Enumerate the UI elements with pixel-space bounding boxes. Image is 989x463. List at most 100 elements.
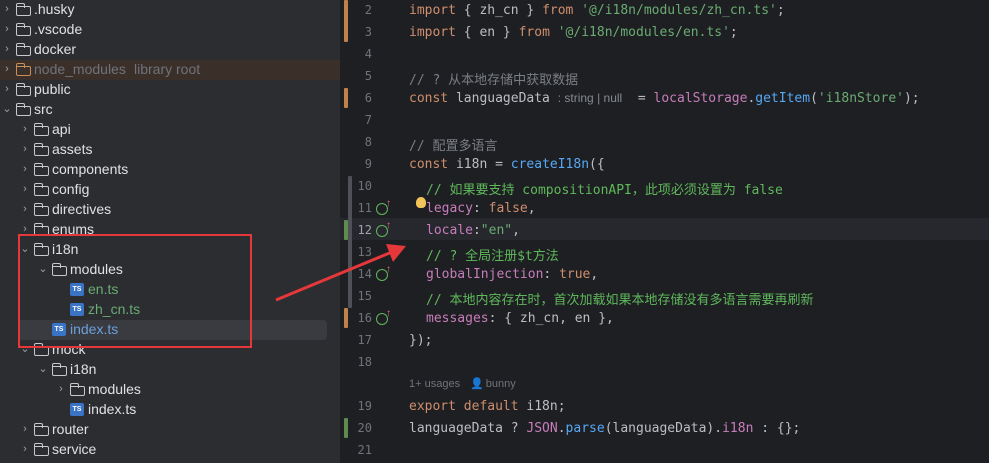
implements-gutter-icon[interactable] [376,198,391,216]
folder-icon [16,43,32,56]
chevron-right-icon[interactable]: › [2,62,12,76]
tree-folder-i18n[interactable]: ⌄ i18n [0,360,340,380]
folder-icon [52,363,68,376]
chevron-right-icon[interactable]: › [20,202,30,216]
code-token: from [518,25,550,40]
tree-folder--vscode[interactable]: › .vscode [0,20,340,40]
tree-folder-api[interactable]: › api [0,120,340,140]
tree-item-label: modules [88,381,141,397]
code-vision-inlay[interactable]: 1+ usages 👤 bunny [409,377,516,390]
user-icon: 👤 [470,378,484,390]
chevron-right-icon[interactable]: › [20,422,30,436]
tree-item-label: directives [52,201,112,217]
code-token: ; [729,25,738,40]
chevron-right-icon[interactable]: › [20,142,30,156]
code-token: ); [903,91,920,106]
chevron-right-icon[interactable]: › [2,22,12,36]
folder-icon [16,3,32,16]
tree-item-label: router [52,421,89,437]
code-token: locale [426,223,473,238]
code-token: i18n [722,421,754,436]
folder-icon [16,63,32,76]
tree-folder-assets[interactable]: › assets [0,140,340,160]
tree-folder-public[interactable]: › public [0,80,340,100]
line-number: 21 [357,443,372,457]
code-token: , [512,223,520,238]
chevron-right-icon[interactable]: › [20,182,30,196]
tree-folder-modules[interactable]: › modules [0,380,340,400]
chevron-right-icon[interactable]: › [2,42,12,56]
chevron-right-icon[interactable]: › [2,2,12,16]
code-line-10: // 如果要支持 compositionAPI，此项必须设置为 false [426,183,783,198]
code-token: true [559,267,591,282]
folder-icon [16,103,32,116]
line-number: 14 [357,267,372,281]
code-token: } [518,3,543,18]
code-token: 'i18nStore' [817,91,904,106]
chevron-right-icon[interactable]: › [56,382,66,396]
chevron-right-icon[interactable]: › [2,82,12,96]
code-line-19: export default i18n; [409,399,566,414]
code-token: localStorage [653,91,748,106]
chevron-down-icon[interactable]: ⌄ [38,362,48,376]
usages-hint[interactable]: 1+ usages [409,378,460,390]
code-line-3: import { en } from '@/i18n/modules/en.ts… [409,25,738,40]
tree-folder-src[interactable]: ⌄ src [0,100,340,120]
tree-folder-node-modules[interactable]: › node_modules library root [0,60,340,80]
tree-item-label: .vscode [34,21,83,37]
line-number: 6 [364,91,372,105]
code-token: legacy [426,201,473,216]
code-token: "en" [480,223,513,238]
line-number: 7 [364,113,372,127]
code-token: const [409,91,449,106]
chevron-right-icon[interactable]: › [20,162,30,176]
tree-folder-docker[interactable]: › docker [0,40,340,60]
implements-gutter-icon[interactable] [376,264,391,282]
code-token: '@/i18n/modules/en.ts' [557,25,730,40]
code-token: languageData ? [409,421,527,436]
tree-file-index-ts[interactable]: TS index.ts [0,400,340,420]
code-token: ( [810,91,818,106]
code-token: i18n = [448,157,511,172]
implements-gutter-icon[interactable] [376,308,391,326]
code-token: ; [776,3,785,18]
folder-icon [70,383,86,396]
line-number: 9 [364,157,372,171]
code-line-9: const i18n = createI18n({ [409,157,605,172]
folder-icon [34,183,50,196]
tree-folder-service[interactable]: › service [0,440,340,460]
code-line-16: messages: { zh_cn, en }, [409,311,614,326]
type-inlay-hint: : string | null [557,91,623,105]
line-number: 18 [357,355,372,369]
tree-item-label: i18n [70,361,97,377]
tree-folder-components[interactable]: › components [0,160,340,180]
line-number: 8 [364,135,372,149]
chevron-right-icon[interactable]: › [20,442,30,456]
tree-folder--husky[interactable]: › .husky [0,0,340,20]
author-hint[interactable]: bunny [486,378,516,390]
code-token: } [495,25,519,40]
lightbulb-icon[interactable] [416,197,426,208]
code-token: ({ [589,157,605,172]
tree-folder-config[interactable]: › config [0,180,340,200]
code-token: globalInjection [426,267,544,282]
tree-item-label: api [52,121,71,137]
code-token: '@/i18n/modules/zh_cn.ts' [581,3,777,18]
code-token: { [455,25,480,40]
tree-folder-router[interactable]: › router [0,420,340,440]
tree-item-label: assets [52,141,93,157]
code-line-20: languageData ? JSON.parse(languageData).… [409,421,800,436]
tree-folder-directives[interactable]: › directives [0,200,340,220]
line-number: 4 [364,47,372,61]
line-number: 19 [357,399,372,413]
code-line-8: // 配置多语言 [409,139,498,154]
code-line-11: legacy: false, [409,201,536,216]
chevron-right-icon[interactable]: › [20,122,30,136]
line-number: 17 [357,333,372,347]
code-token: import [409,3,456,18]
annotation-highlight-box [18,234,252,348]
chevron-down-icon[interactable]: ⌄ [2,102,12,116]
code-token: const [409,157,449,172]
implements-gutter-icon[interactable] [376,220,391,238]
line-number: 5 [364,69,372,83]
